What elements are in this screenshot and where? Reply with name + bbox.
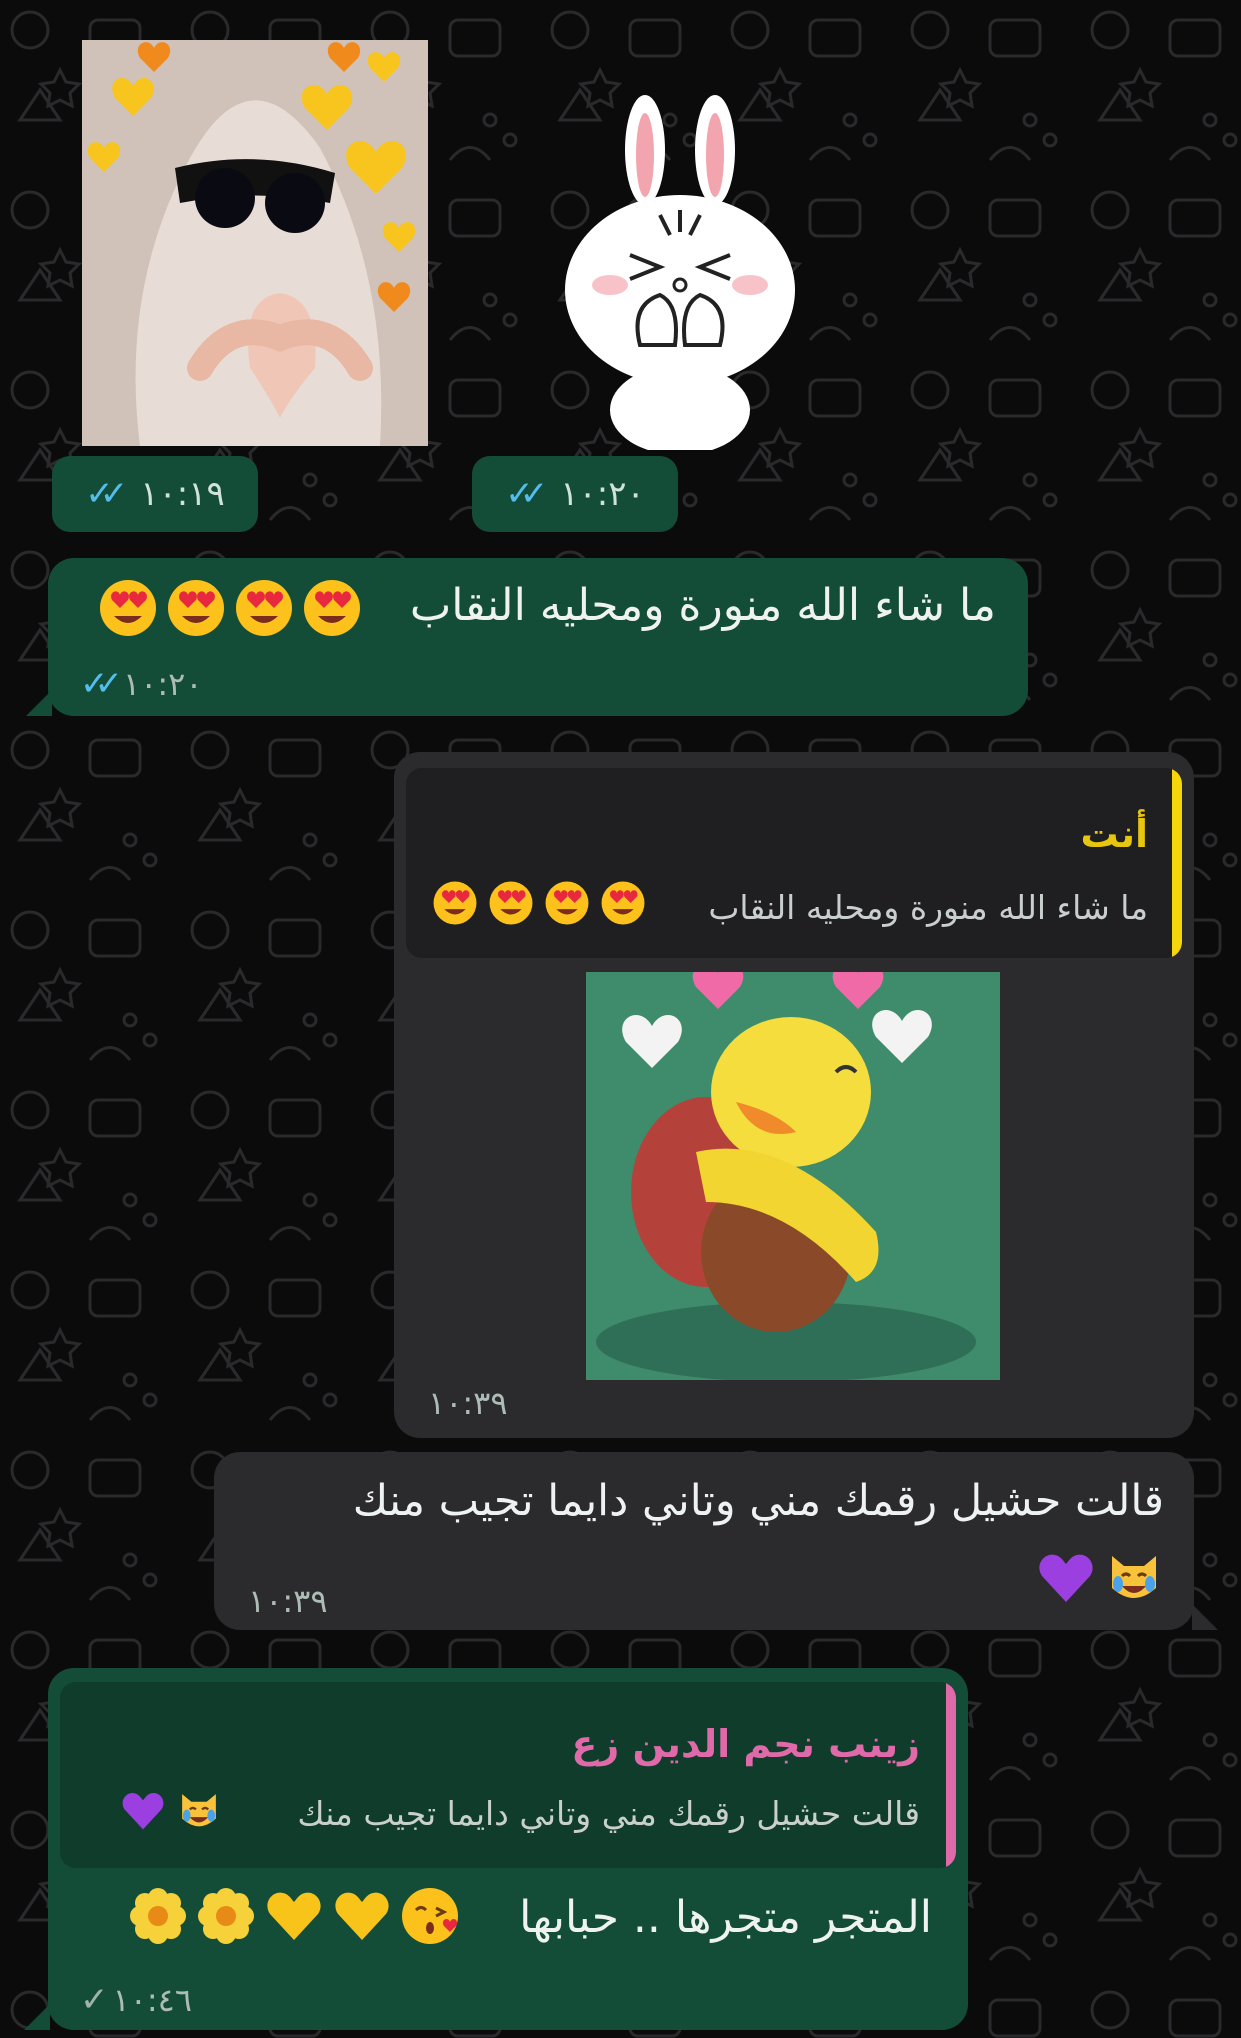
quote-author: زينب نجم الدين زع xyxy=(571,1722,920,1766)
heart-eyes-emoji xyxy=(489,881,533,925)
message-text: قالت حشيل رقمك مني وتاني دايما تجيب منك xyxy=(352,1476,1164,1526)
message-emojis xyxy=(98,578,362,638)
sticker-timestamp: ✓✓ ١٠:١٩ xyxy=(52,456,258,532)
heart-eyes-emoji xyxy=(545,881,589,925)
white-bunny-blushing-sticker[interactable] xyxy=(560,95,800,450)
blossom-emoji xyxy=(130,1888,186,1944)
quote-text: ما شاء الله منورة ومحليه النقاب xyxy=(708,888,1148,927)
heart-eyes-emoji xyxy=(304,580,360,636)
quote-emojis xyxy=(432,880,646,926)
read-receipt-icon: ✓✓ xyxy=(80,664,123,704)
heart-eyes-emoji xyxy=(236,580,292,636)
outgoing-message-bubble[interactable]: ما شاء الله منورة ومحليه النقاب ✓✓ ١٠:٢٠ xyxy=(48,558,1028,716)
message-text: المتجر متجرها .. حبابها xyxy=(519,1892,932,1943)
heart-eyes-emoji xyxy=(168,580,224,636)
message-emojis xyxy=(1036,1548,1164,1608)
message-text: ما شاء الله منورة ومحليه النقاب xyxy=(409,580,996,631)
heart-eyes-emoji xyxy=(601,881,645,925)
bubble-tail xyxy=(1192,1604,1218,1630)
duck-hugging-mouse-sticker[interactable] xyxy=(586,972,1000,1380)
sticker-timestamp: ✓✓ ١٠:٢٠ xyxy=(472,456,678,532)
quoted-message[interactable]: أنت ما شاء الله منورة ومحليه النقاب xyxy=(406,768,1182,958)
heart-eyes-emoji xyxy=(100,580,156,636)
read-receipt-icon: ✓✓ xyxy=(85,474,128,514)
message-meta: ✓✓ ١٠:٢٠ xyxy=(80,664,203,704)
message-time: ١٠:٣٩ xyxy=(428,1384,508,1422)
quote-accent-bar xyxy=(1172,768,1182,958)
crying-laughing-cat-emoji xyxy=(182,1794,216,1827)
incoming-reply-bubble[interactable]: أنت ما شاء الله منورة ومحليه النقاب ١٠:٣… xyxy=(394,752,1194,1438)
message-meta: ١٠:٣٩ xyxy=(428,1384,508,1422)
purple-heart-emoji xyxy=(1039,1554,1093,1602)
sent-tick-icon: ✓ xyxy=(80,1980,109,2020)
message-time: ١٠:٢٠ xyxy=(122,665,203,703)
sticker-message[interactable] xyxy=(80,38,430,448)
quote-accent-bar xyxy=(946,1682,956,1868)
message-emojis xyxy=(128,1886,460,1946)
blossom-emoji xyxy=(198,1888,254,1944)
message-meta: ✓ ١٠:٤٦ xyxy=(80,1980,192,2020)
yellow-heart-emoji xyxy=(335,1892,389,1940)
sticker-message[interactable] xyxy=(560,95,800,450)
incoming-message-bubble[interactable]: قالت حشيل رقمك مني وتاني دايما تجيب منك … xyxy=(214,1452,1194,1630)
message-time: ١٠:٢٠ xyxy=(560,474,645,514)
heart-eyes-emoji xyxy=(433,881,477,925)
crying-laughing-cat-emoji xyxy=(1112,1556,1156,1598)
bubble-tail xyxy=(24,2004,50,2030)
message-time: ١٠:٣٩ xyxy=(248,1582,328,1620)
message-time: ١٠:٤٦ xyxy=(112,1981,193,2019)
quote-text: قالت حشيل رقمك مني وتاني دايما تجيب منك xyxy=(297,1794,920,1833)
outgoing-reply-bubble[interactable]: زينب نجم الدين زع قالت حشيل رقمك مني وتا… xyxy=(48,1668,968,2030)
message-time: ١٠:١٩ xyxy=(140,474,225,514)
purple-heart-emoji xyxy=(122,1793,164,1830)
read-receipt-icon: ✓✓ xyxy=(505,474,548,514)
bubble-tail xyxy=(26,690,52,716)
message-meta: ١٠:٣٩ xyxy=(248,1582,328,1620)
chat-area[interactable]: ✓✓ ١٠:١٩ ✓✓ ١٠:٢٠ ما شاء الله منورة ومحل… xyxy=(0,0,1241,2038)
quoted-message[interactable]: زينب نجم الدين زع قالت حشيل رقمك مني وتا… xyxy=(60,1682,956,1868)
veiled-girl-heart-hands-sticker[interactable] xyxy=(80,38,430,448)
quote-emojis xyxy=(120,1788,222,1834)
quote-author: أنت xyxy=(1080,812,1148,856)
kissing-heart-emoji xyxy=(402,1888,458,1944)
yellow-heart-emoji xyxy=(267,1892,321,1940)
